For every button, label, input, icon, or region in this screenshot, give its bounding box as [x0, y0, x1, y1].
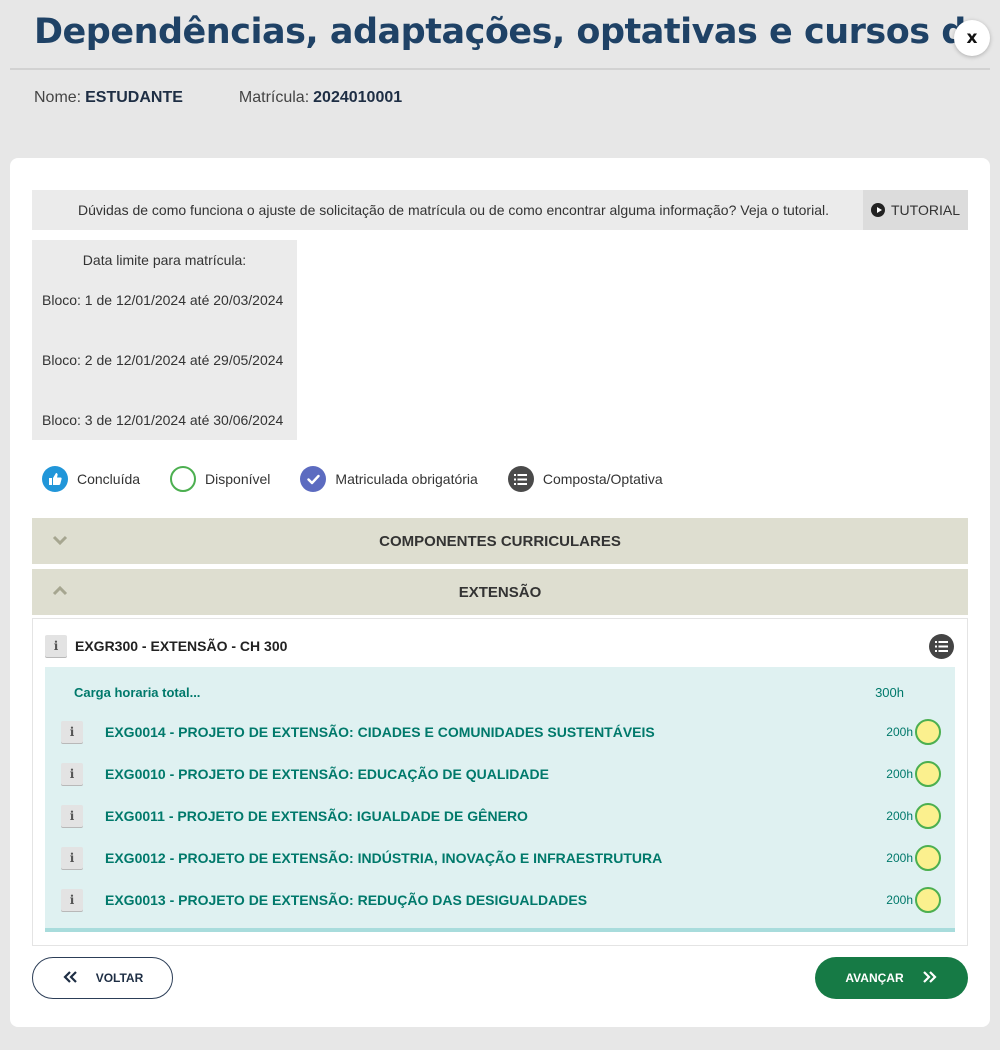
back-button[interactable]: VOLTAR [32, 957, 173, 999]
accordion-componentes-curriculares[interactable]: COMPONENTES CURRICULARES [32, 518, 968, 564]
student-name-label: Nome: [34, 89, 82, 106]
tutorial-button[interactable]: TUTORIAL [863, 190, 968, 230]
tutorial-button-label: TUTORIAL [891, 202, 960, 218]
registration-value: 2024010001 [313, 89, 403, 106]
play-circle-icon [871, 203, 885, 217]
status-legend: Concluída Disponível Matriculada obrigat… [42, 466, 693, 492]
legend-item-concluida: Concluída [42, 466, 140, 492]
chevron-up-icon [52, 584, 68, 601]
total-hours-label: Carga horaria total... [74, 685, 201, 700]
accordion-label: COMPONENTES CURRICULARES [379, 532, 621, 550]
status-available-icon[interactable] [915, 761, 941, 787]
deadline-block: Bloco: 2 de 12/01/2024 até 29/05/2024 [42, 352, 284, 368]
info-icon[interactable]: i [61, 847, 83, 869]
deadline-box: Data limite para matrícula: Bloco: 1 de … [32, 240, 297, 440]
course-name[interactable]: EXG0014 - PROJETO DE EXTENSÃO: CIDADES E… [105, 724, 886, 740]
back-button-label: VOLTAR [95, 971, 144, 985]
course-hours: 200h [886, 767, 913, 781]
status-available-icon[interactable] [915, 845, 941, 871]
legend-label: Disponível [205, 471, 271, 487]
status-available-icon[interactable] [915, 803, 941, 829]
empty-circle-icon [170, 466, 197, 492]
course-name[interactable]: EXG0013 - PROJETO DE EXTENSÃO: REDUÇÃO D… [105, 892, 886, 908]
total-hours-row: Carga horaria total... 300h [74, 685, 904, 700]
double-chevron-right-icon [922, 970, 938, 987]
accordion-label: EXTENSÃO [458, 583, 542, 601]
course-row: i EXG0014 - PROJETO DE EXTENSÃO: CIDADES… [61, 717, 941, 747]
extension-panel: i EXGR300 - EXTENSÃO - CH 300 Carga hora… [32, 618, 968, 946]
student-name: Nome: ESTUDANTE [34, 89, 183, 107]
accordion-extensao[interactable]: EXTENSÃO [32, 569, 968, 615]
student-info: Nome: ESTUDANTE Matrícula: 2024010001 [34, 89, 402, 107]
course-row: i EXG0011 - PROJETO DE EXTENSÃO: IGUALDA… [61, 801, 941, 831]
info-icon[interactable]: i [45, 635, 67, 657]
status-available-icon[interactable] [915, 887, 941, 913]
course-hours: 200h [886, 725, 913, 739]
course-name[interactable]: EXG0011 - PROJETO DE EXTENSÃO: IGUALDADE… [105, 808, 886, 824]
extension-group-label: EXGR300 - EXTENSÃO - CH 300 [75, 638, 288, 654]
legend-label: Composta/Optativa [542, 471, 663, 487]
deadline-block: Bloco: 1 de 12/01/2024 até 20/03/2024 [42, 292, 284, 308]
tutorial-text: Dúvidas de como funciona o ajuste de sol… [78, 202, 829, 218]
tutorial-bar: Dúvidas de como funciona o ajuste de sol… [32, 190, 968, 230]
course-row: i EXG0013 - PROJETO DE EXTENSÃO: REDUÇÃO… [61, 885, 941, 915]
next-button[interactable]: AVANÇAR [815, 957, 968, 999]
page-title: Dependências, adaptações, optativas e cu… [34, 12, 964, 52]
legend-item-matriculada: Matriculada obrigatória [300, 466, 478, 492]
chevron-down-icon [52, 533, 68, 550]
legend-label: Concluída [77, 471, 141, 487]
info-icon[interactable]: i [61, 763, 83, 785]
check-icon [300, 466, 327, 492]
extension-course-list: Carga horaria total... 300h i EXG0014 - … [45, 667, 955, 932]
list-icon [507, 466, 534, 492]
main-card: Dúvidas de como funciona o ajuste de sol… [10, 158, 990, 1027]
course-hours: 200h [886, 893, 913, 907]
double-chevron-left-icon [62, 970, 78, 987]
info-icon[interactable]: i [61, 721, 83, 743]
deadline-block: Bloco: 3 de 12/01/2024 até 30/06/2024 [42, 412, 284, 428]
course-name[interactable]: EXG0010 - PROJETO DE EXTENSÃO: EDUCAÇÃO … [105, 766, 886, 782]
registration-label: Matrícula: [238, 89, 310, 106]
course-hours: 200h [886, 851, 913, 865]
deadline-title: Data limite para matrícula: [82, 252, 247, 268]
student-registration: Matrícula: 2024010001 [239, 89, 402, 107]
info-icon[interactable]: i [61, 805, 83, 827]
close-button[interactable]: x [954, 20, 990, 56]
info-icon[interactable]: i [61, 889, 83, 911]
course-row: i EXG0010 - PROJETO DE EXTENSÃO: EDUCAÇÃ… [61, 759, 941, 789]
legend-label: Matriculada obrigatória [335, 471, 478, 487]
thumbs-up-icon [42, 466, 68, 492]
next-button-label: AVANÇAR [845, 971, 904, 985]
course-hours: 200h [886, 809, 913, 823]
title-divider [10, 68, 990, 70]
list-icon [929, 634, 954, 659]
legend-item-disponivel: Disponível [170, 466, 270, 492]
status-available-icon[interactable] [915, 719, 941, 745]
extension-group-header: i EXGR300 - EXTENSÃO - CH 300 [45, 635, 287, 657]
course-row: i EXG0012 - PROJETO DE EXTENSÃO: INDÚSTR… [61, 843, 941, 873]
student-name-value: ESTUDANTE [85, 89, 183, 106]
course-name[interactable]: EXG0012 - PROJETO DE EXTENSÃO: INDÚSTRIA… [105, 850, 886, 866]
total-hours-value: 300h [875, 685, 904, 700]
legend-item-composta: Composta/Optativa [507, 466, 663, 492]
